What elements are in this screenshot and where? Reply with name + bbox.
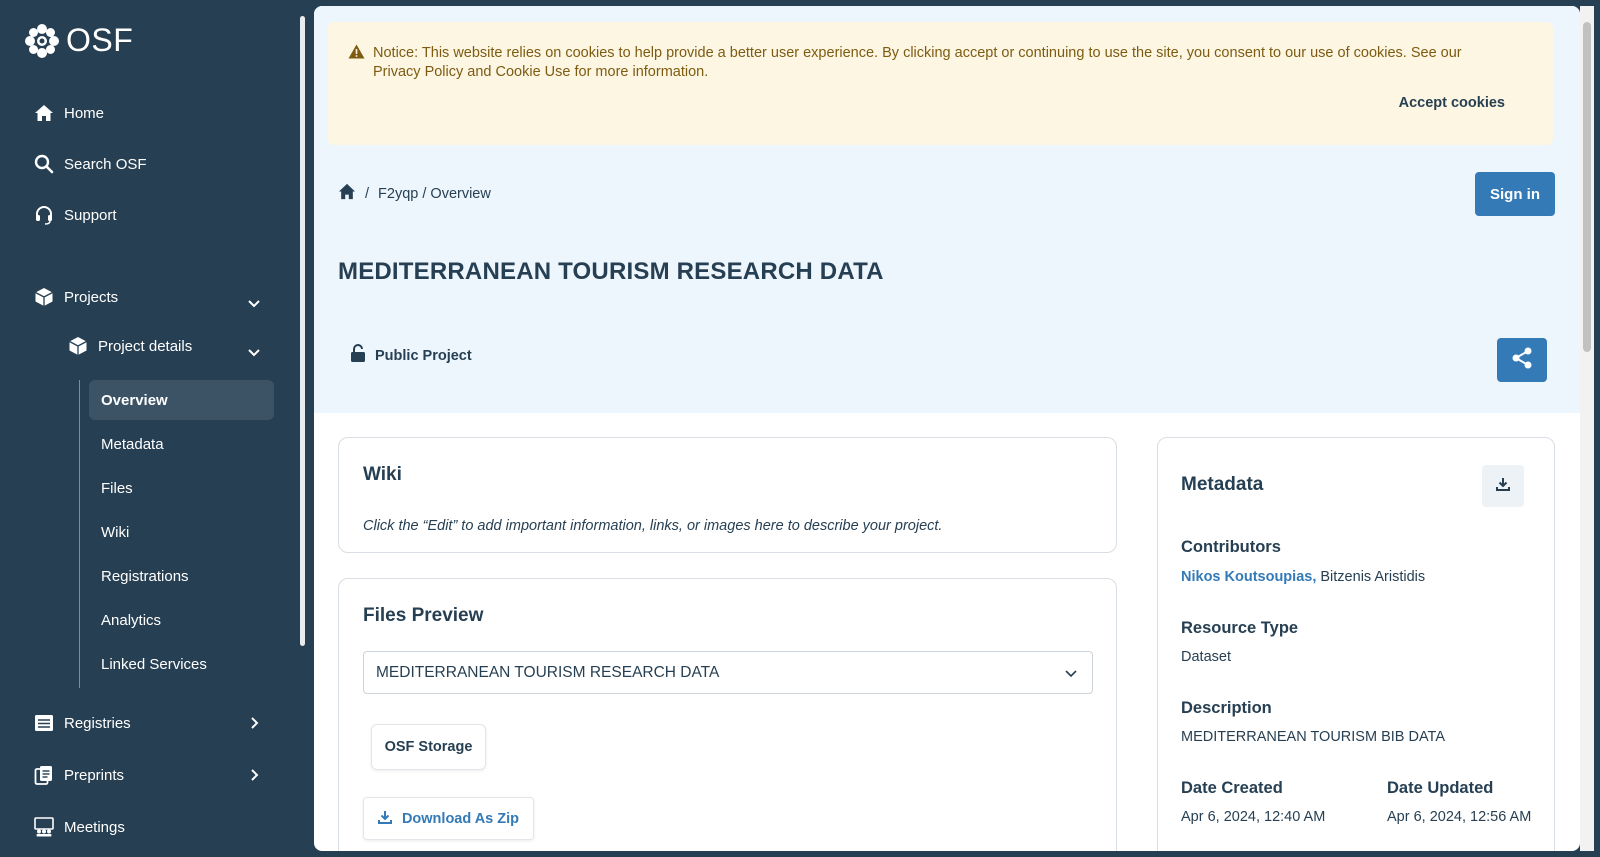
files-project-select[interactable]: MEDITERRANEAN TOURISM RESEARCH DATA xyxy=(363,651,1093,694)
wiki-title: Wiki xyxy=(363,464,402,485)
metadata-title: Metadata xyxy=(1181,474,1264,495)
nav-meetings-label: Meetings xyxy=(64,818,125,836)
nav-support-label: Support xyxy=(64,206,117,224)
nav-search[interactable]: Search OSF xyxy=(34,154,147,174)
registries-icon xyxy=(34,713,54,733)
chevron-down-icon xyxy=(1064,666,1078,685)
logo-text: OSF xyxy=(66,22,134,58)
cube-icon xyxy=(68,336,88,356)
cookie-notice: Notice: This website relies on cookies t… xyxy=(328,22,1553,145)
contributor-name: Bitzenis Aristidis xyxy=(1320,569,1426,585)
chevron-right-icon[interactable] xyxy=(247,768,261,782)
date-updated-value: Apr 6, 2024, 12:56 AM xyxy=(1387,809,1532,825)
cookie-notice-text: Notice: This website relies on cookies t… xyxy=(373,45,1462,80)
download-icon xyxy=(377,810,392,828)
date-updated-label: Date Updated xyxy=(1387,779,1494,797)
breadcrumb-path[interactable]: F2yqp / Overview xyxy=(378,186,491,202)
subnav-divider xyxy=(79,380,80,688)
nav-preprints-label: Preprints xyxy=(64,766,125,784)
sidebar-item-wiki[interactable]: Wiki xyxy=(89,512,274,552)
sidebar-item-analytics[interactable]: Analytics xyxy=(89,600,274,640)
sidebar-item-overview[interactable]: Overview xyxy=(89,380,274,420)
share-icon xyxy=(1510,346,1534,375)
download-icon xyxy=(1496,477,1510,496)
nav-projects-label: Projects xyxy=(64,288,119,306)
osf-logo-icon xyxy=(25,23,59,58)
files-preview-title: Files Preview xyxy=(363,605,484,626)
metadata-download-button[interactable] xyxy=(1482,465,1524,507)
meetings-icon xyxy=(34,817,54,837)
files-select-value: MEDITERRANEAN TOURISM RESEARCH DATA xyxy=(376,663,720,681)
main-content: Notice: This website relies on cookies t… xyxy=(314,6,1580,851)
download-zip-button[interactable]: Download As Zip xyxy=(363,797,534,840)
chevron-right-icon[interactable] xyxy=(247,716,261,730)
date-created-value: Apr 6, 2024, 12:40 AM xyxy=(1181,809,1326,825)
date-created-label: Date Created xyxy=(1181,779,1283,797)
nav-support[interactable]: Support xyxy=(34,205,117,225)
headset-icon xyxy=(34,205,54,225)
home-icon[interactable] xyxy=(338,183,356,204)
sidebar: OSF Home Search OSF Support Projects Pro… xyxy=(0,0,305,857)
sidebar-scrollbar[interactable] xyxy=(300,16,305,646)
nav-search-label: Search OSF xyxy=(64,155,147,173)
metadata-card: Metadata Contributors Nikos Koutsoupias,… xyxy=(1157,437,1555,851)
nav-preprints[interactable]: Preprints xyxy=(34,765,124,785)
sidebar-item-files[interactable]: Files xyxy=(89,468,274,508)
share-button[interactable] xyxy=(1497,338,1547,382)
nav-projects[interactable]: Projects xyxy=(34,287,118,307)
warning-icon xyxy=(348,44,365,64)
nav-registries[interactable]: Registries xyxy=(34,713,131,733)
contributors-list: Nikos Koutsoupias, Bitzenis Aristidis xyxy=(1181,569,1425,585)
sidebar-item-linked-services[interactable]: Linked Services xyxy=(89,644,274,684)
osf-logo[interactable]: OSF xyxy=(24,22,133,59)
description-label: Description xyxy=(1181,699,1272,717)
nav-home[interactable]: Home xyxy=(34,103,104,123)
wiki-text: Click the “Edit” to add important inform… xyxy=(363,518,943,534)
search-icon xyxy=(34,154,54,174)
contributor-link[interactable]: Nikos Koutsoupias, xyxy=(1181,569,1316,585)
resource-type-label: Resource Type xyxy=(1181,619,1299,637)
unlock-icon xyxy=(350,344,366,367)
resource-type-value: Dataset xyxy=(1181,649,1231,665)
nav-project-details-label: Project details xyxy=(98,337,193,355)
accept-cookies-button[interactable]: Accept cookies xyxy=(1399,95,1505,111)
wiki-card: Wiki Click the “Edit” to add important i… xyxy=(338,437,1117,553)
main-scrollbar-thumb[interactable] xyxy=(1583,22,1591,352)
description-value: MEDITERRANEAN TOURISM BIB DATA xyxy=(1181,729,1445,745)
files-preview-card: Files Preview MEDITERRANEAN TOURISM RESE… xyxy=(338,578,1117,851)
project-header: Notice: This website relies on cookies t… xyxy=(314,6,1580,413)
nav-home-label: Home xyxy=(64,104,105,122)
nav-registries-label: Registries xyxy=(64,714,131,732)
breadcrumb-separator: / xyxy=(365,185,370,202)
nav-meetings[interactable]: Meetings xyxy=(34,817,125,837)
sign-in-button[interactable]: Sign in xyxy=(1475,172,1555,216)
preprints-icon xyxy=(34,765,54,785)
chevron-down-icon[interactable] xyxy=(247,345,261,359)
contributors-label: Contributors xyxy=(1181,538,1281,556)
chevron-down-icon[interactable] xyxy=(247,296,261,310)
visibility-badge: Public Project xyxy=(350,344,472,367)
page-title: MEDITERRANEAN TOURISM RESEARCH DATA xyxy=(338,258,884,285)
download-zip-label: Download As Zip xyxy=(401,810,520,827)
sidebar-item-registrations[interactable]: Registrations xyxy=(89,556,274,596)
osf-storage-button[interactable]: OSF Storage xyxy=(371,724,486,770)
breadcrumb: / F2yqp / Overview xyxy=(338,183,491,204)
sidebar-item-metadata[interactable]: Metadata xyxy=(89,424,274,464)
visibility-label: Public Project xyxy=(375,347,472,364)
cube-icon xyxy=(34,287,54,307)
nav-project-details[interactable]: Project details xyxy=(68,336,192,356)
home-icon xyxy=(34,103,54,123)
